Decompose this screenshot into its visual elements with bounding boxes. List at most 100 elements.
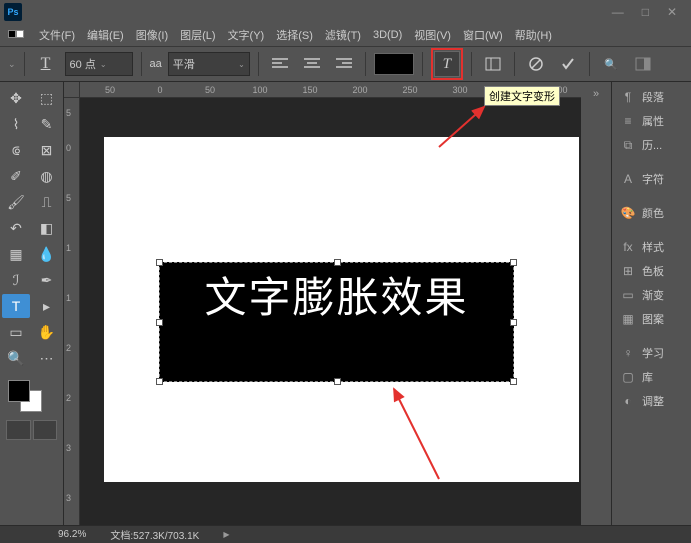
text-bounding-box[interactable]: 文字膨胀效果 [159,262,514,382]
vertical-ruler[interactable]: 505112233 [64,98,80,525]
text-color-swatch[interactable] [374,53,414,75]
zoom-level[interactable]: 96.2% [58,529,86,540]
close-button[interactable]: ✕ [667,5,677,19]
menu-select[interactable]: 选择(S) [271,25,318,45]
eyedropper-tool[interactable]: ✐ [2,164,30,188]
panel-label: 属性 [642,113,664,129]
panel-label: 渐变 [642,287,664,303]
zoom-tool[interactable]: 🔍 [2,346,30,370]
commit-button[interactable] [555,51,581,77]
panel-tab[interactable]: ⧉历... [614,134,689,156]
antialias-label: aa [150,58,162,70]
dodge-tool[interactable]: ℐ [2,268,30,292]
handle-tr[interactable] [510,259,517,266]
pen-tool[interactable]: ✒ [33,268,61,292]
menu-help[interactable]: 帮助(H) [510,25,557,45]
maximize-button[interactable]: □ [642,5,649,19]
default-colors-icon[interactable] [8,30,24,38]
minimize-button[interactable]: — [612,5,624,19]
handle-br[interactable] [510,378,517,385]
menu-filter[interactable]: 滤镜(T) [320,25,366,45]
panel-tab[interactable]: ▢库 [614,366,689,388]
panel-icon: ♀ [620,346,636,360]
panel-label: 颜色 [642,205,664,221]
handle-bl[interactable] [156,378,163,385]
quick-mask-button[interactable] [6,420,31,440]
menu-3d[interactable]: 3D(D) [368,27,407,43]
panel-tab[interactable]: ⊞色板 [614,260,689,282]
menu-edit[interactable]: 编辑(E) [82,25,129,45]
chevron-down-icon: ⌄ [238,60,245,69]
align-right-button[interactable] [331,51,357,77]
color-swatches[interactable] [2,376,61,416]
align-left-button[interactable] [267,51,293,77]
window-controls: — □ ✕ [612,5,687,19]
ruler-tick: 5 [66,108,71,118]
stamp-tool[interactable]: ⎍ [33,190,61,214]
blur-tool[interactable]: 💧 [33,242,61,266]
panel-icon: ¶ [620,90,636,104]
handle-ml[interactable] [156,319,163,326]
history-brush-tool[interactable]: ↶ [2,216,30,240]
panel-tab[interactable]: ◐调整 [614,390,689,412]
doc-info[interactable]: 文档:527.3K/703.1K [110,527,199,542]
handle-tl[interactable] [156,259,163,266]
panel-tab[interactable]: 🎨颜色 [614,202,689,224]
handle-tc[interactable] [334,259,341,266]
menu-view[interactable]: 视图(V) [409,25,456,45]
menu-window[interactable]: 窗口(W) [458,25,508,45]
panel-tab[interactable]: ▭渐变 [614,284,689,306]
panel-label: 图案 [642,311,664,327]
search-icon[interactable]: 🔍 [598,51,624,77]
panel-icon: fx [620,240,636,254]
panels-toggle-button[interactable] [480,51,506,77]
hand-tool[interactable]: ✋ [33,320,61,344]
quick-select-tool[interactable]: ✎ [33,112,61,136]
brush-tool[interactable]: 🖌 [2,190,30,214]
ruler-tick: 250 [402,85,417,95]
panel-tab[interactable]: fx样式 [614,236,689,258]
crop-tool[interactable]: ⟃ [2,138,30,162]
menu-layer[interactable]: 图层(L) [175,25,220,45]
ruler-tick: 2 [66,393,71,403]
menu-type[interactable]: 文字(Y) [223,25,270,45]
menu-image[interactable]: 图像(I) [131,25,173,45]
move-tool[interactable]: ✥ [2,86,30,110]
font-size-dropdown[interactable]: 60 点 ⌄ [65,52,133,76]
toolbox: ✥ ⬚ ⌇ ✎ ⟃ ⊠ ✐ ◍ 🖌 ⎍ ↶ ◧ ▦ 💧 ℐ ✒ T ▸ ▭ ✋ … [0,82,64,525]
edit-toolbar[interactable]: ⋯ [33,346,61,370]
gradient-tool[interactable]: ▦ [2,242,30,266]
panel-icon[interactable]: » [593,88,599,100]
antialias-dropdown[interactable]: 平滑 ⌄ [168,52,250,76]
frame-tool[interactable]: ⊠ [33,138,61,162]
type-tool-icon[interactable]: T [33,51,59,77]
warp-text-button[interactable]: T [434,51,460,77]
chevron-down-icon[interactable]: ⌄ [8,59,16,70]
healing-tool[interactable]: ◍ [33,164,61,188]
panel-tab[interactable]: ≡属性 [614,110,689,132]
screen-mode-button[interactable] [33,420,58,440]
ruler-tick: 3 [66,443,71,453]
marquee-tool[interactable]: ⬚ [33,86,61,110]
lasso-tool[interactable]: ⌇ [2,112,30,136]
path-select-tool[interactable]: ▸ [33,294,61,318]
panel-tab[interactable]: ¶段落 [614,86,689,108]
canvas-text[interactable]: 文字膨胀效果 [160,263,513,333]
type-tool[interactable]: T [2,294,30,318]
eraser-tool[interactable]: ◧ [33,216,61,240]
menu-file[interactable]: 文件(F) [34,25,80,45]
cancel-button[interactable] [523,51,549,77]
warp-text-highlight: T [431,48,463,80]
ruler-tick: 2 [66,343,71,353]
panel-tab[interactable]: ♀学习 [614,342,689,364]
align-center-button[interactable] [299,51,325,77]
status-chevron-icon[interactable]: ▶ [223,530,229,539]
shape-tool[interactable]: ▭ [2,320,30,344]
panel-tab[interactable]: A字符 [614,168,689,190]
panel-tab[interactable]: ▦图案 [614,308,689,330]
workspace-icon[interactable] [630,51,656,77]
foreground-color[interactable] [8,380,30,402]
handle-bc[interactable] [334,378,341,385]
ruler-origin[interactable] [64,82,80,98]
handle-mr[interactable] [510,319,517,326]
